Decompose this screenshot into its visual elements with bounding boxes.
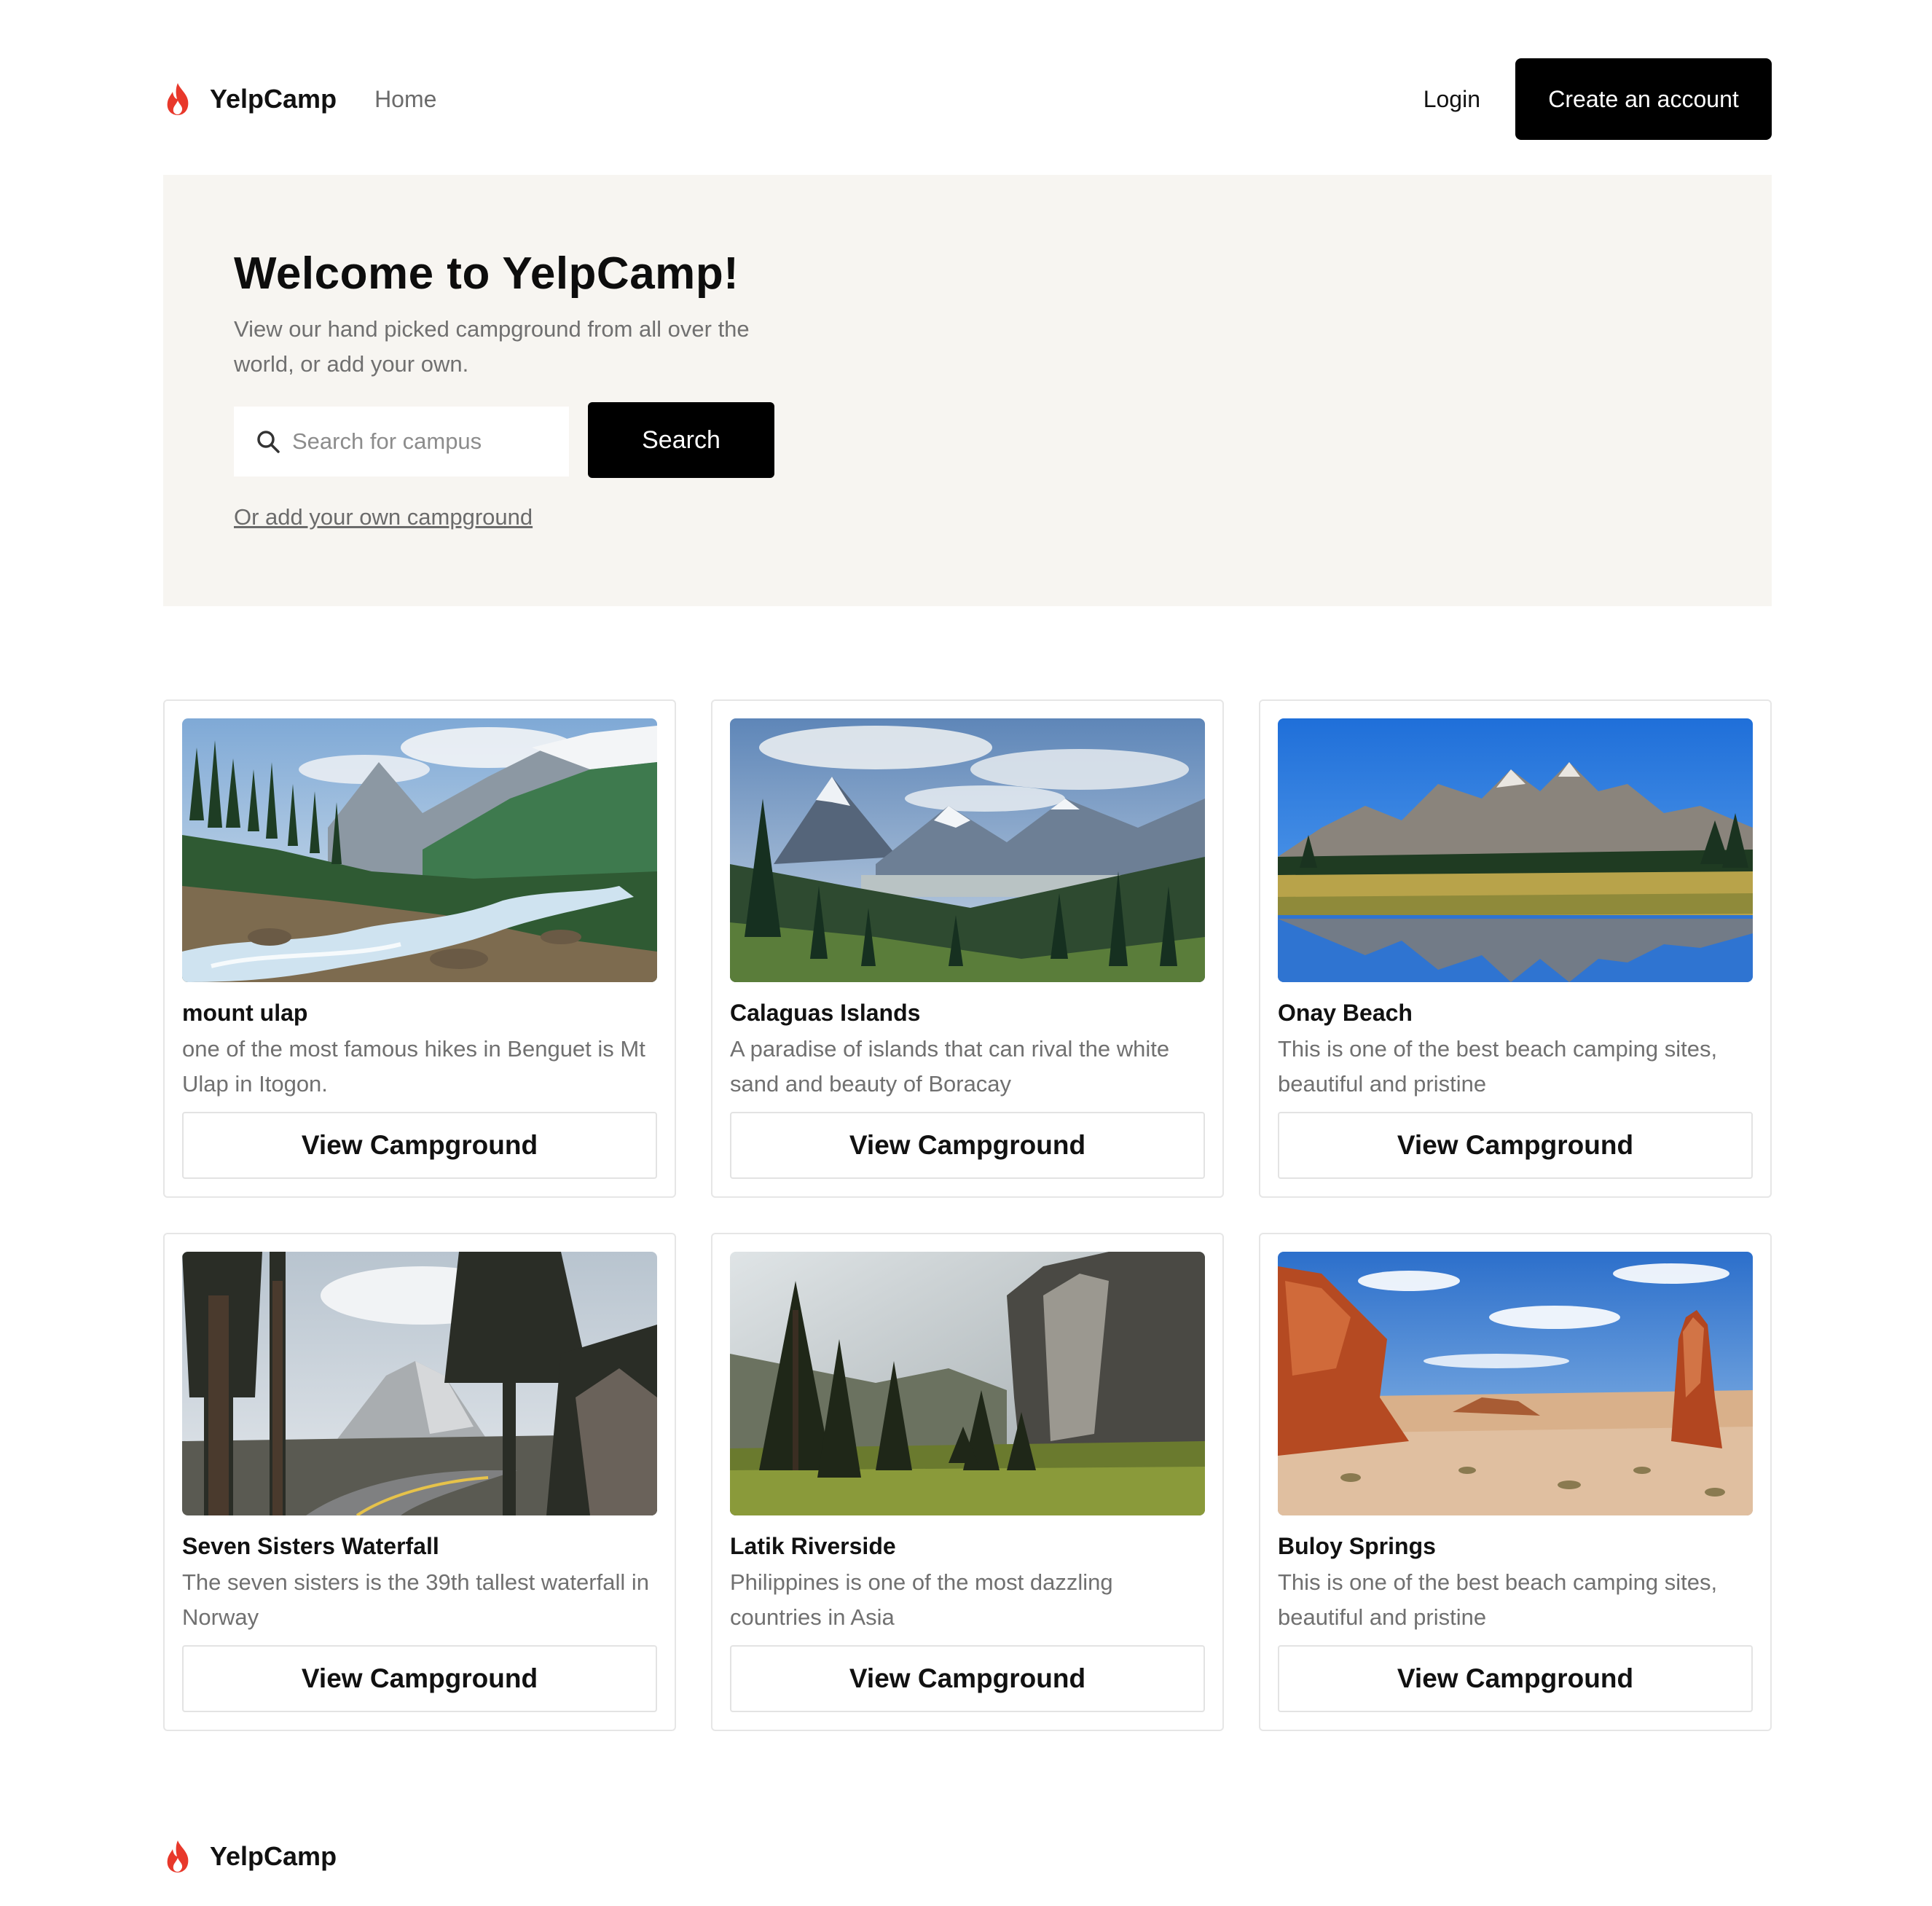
campground-image	[182, 1252, 657, 1515]
hero-title: Welcome to YelpCamp!	[234, 248, 739, 299]
brand-logo-link[interactable]: YelpCamp	[163, 82, 337, 117]
add-campground-link[interactable]: Or add your own campground	[234, 504, 533, 530]
campground-description: Philippines is one of the most dazzling …	[730, 1569, 1113, 1630]
search-field[interactable]	[234, 407, 569, 476]
campground-title: Latik Riverside	[730, 1533, 896, 1559]
footer: YelpCamp	[163, 1836, 337, 1877]
search-button[interactable]: Search	[588, 402, 774, 478]
campground-image	[182, 718, 657, 982]
campground-description: This is one of the best beach camping si…	[1278, 1569, 1718, 1630]
create-account-button[interactable]: Create an account	[1515, 58, 1772, 140]
search-input[interactable]	[292, 428, 562, 455]
footer-brand-name: YelpCamp	[210, 1841, 337, 1871]
campground-title: Seven Sisters Waterfall	[182, 1533, 439, 1559]
campground-title: Onay Beach	[1278, 1000, 1413, 1026]
campground-description: This is one of the best beach camping si…	[1278, 1036, 1718, 1097]
page: YelpCamp Home Login Create an account We…	[0, 0, 1932, 1906]
cliff-forest-photo-icon	[730, 1252, 1205, 1515]
top-navbar: YelpCamp Home Login Create an account	[163, 58, 1772, 140]
brand-name: YelpCamp	[210, 84, 337, 114]
forest-road-photo-icon	[182, 1252, 657, 1515]
mountain-lake-photo-icon	[1278, 718, 1753, 982]
campground-card: Calaguas Islands A paradise of islands t…	[711, 699, 1224, 1198]
campground-description: A paradise of islands that can rival the…	[730, 1036, 1170, 1097]
campground-title: Buloy Springs	[1278, 1533, 1436, 1559]
view-campground-button[interactable]: View Campground	[182, 1645, 657, 1712]
view-campground-button[interactable]: View Campground	[730, 1112, 1205, 1179]
campground-card: Latik Riverside Philippines is one of th…	[711, 1233, 1224, 1731]
campground-title: mount ulap	[182, 1000, 308, 1026]
flame-icon	[167, 83, 189, 115]
view-campground-button[interactable]: View Campground	[1278, 1645, 1753, 1712]
campground-card: mount ulap one of the most famous hikes …	[163, 699, 676, 1198]
campground-title: Calaguas Islands	[730, 1000, 921, 1026]
search-icon	[257, 431, 280, 453]
campground-image	[730, 1252, 1205, 1515]
mountain-river-photo-icon	[182, 718, 657, 982]
footer-brand[interactable]: YelpCamp	[163, 1839, 337, 1874]
view-campground-button[interactable]: View Campground	[1278, 1112, 1753, 1179]
campground-card: Seven Sisters Waterfall The seven sister…	[163, 1233, 676, 1731]
desert-rock-photo-icon	[1278, 1252, 1753, 1515]
campground-card: Buloy Springs This is one of the best be…	[1259, 1233, 1772, 1731]
mountain-valley-photo-icon	[730, 718, 1205, 982]
flame-icon	[167, 1840, 189, 1872]
view-campground-button[interactable]: View Campground	[730, 1645, 1205, 1712]
hero-subtitle: View our hand picked campground from all…	[234, 316, 750, 377]
campground-grid: mount ulap one of the most famous hikes …	[163, 699, 1772, 1731]
campground-image	[1278, 1252, 1753, 1515]
campground-description: one of the most famous hikes in Benguet …	[182, 1036, 645, 1097]
campground-description: The seven sisters is the 39th tallest wa…	[182, 1569, 649, 1630]
campground-image	[730, 718, 1205, 982]
campground-card: Onay Beach This is one of the best beach…	[1259, 699, 1772, 1198]
campground-image	[1278, 718, 1753, 982]
view-campground-button[interactable]: View Campground	[182, 1112, 657, 1179]
login-link[interactable]: Login	[1424, 86, 1480, 113]
hero-section: Welcome to YelpCamp! View our hand picke…	[163, 175, 1772, 606]
nav-home-link[interactable]: Home	[374, 86, 436, 113]
